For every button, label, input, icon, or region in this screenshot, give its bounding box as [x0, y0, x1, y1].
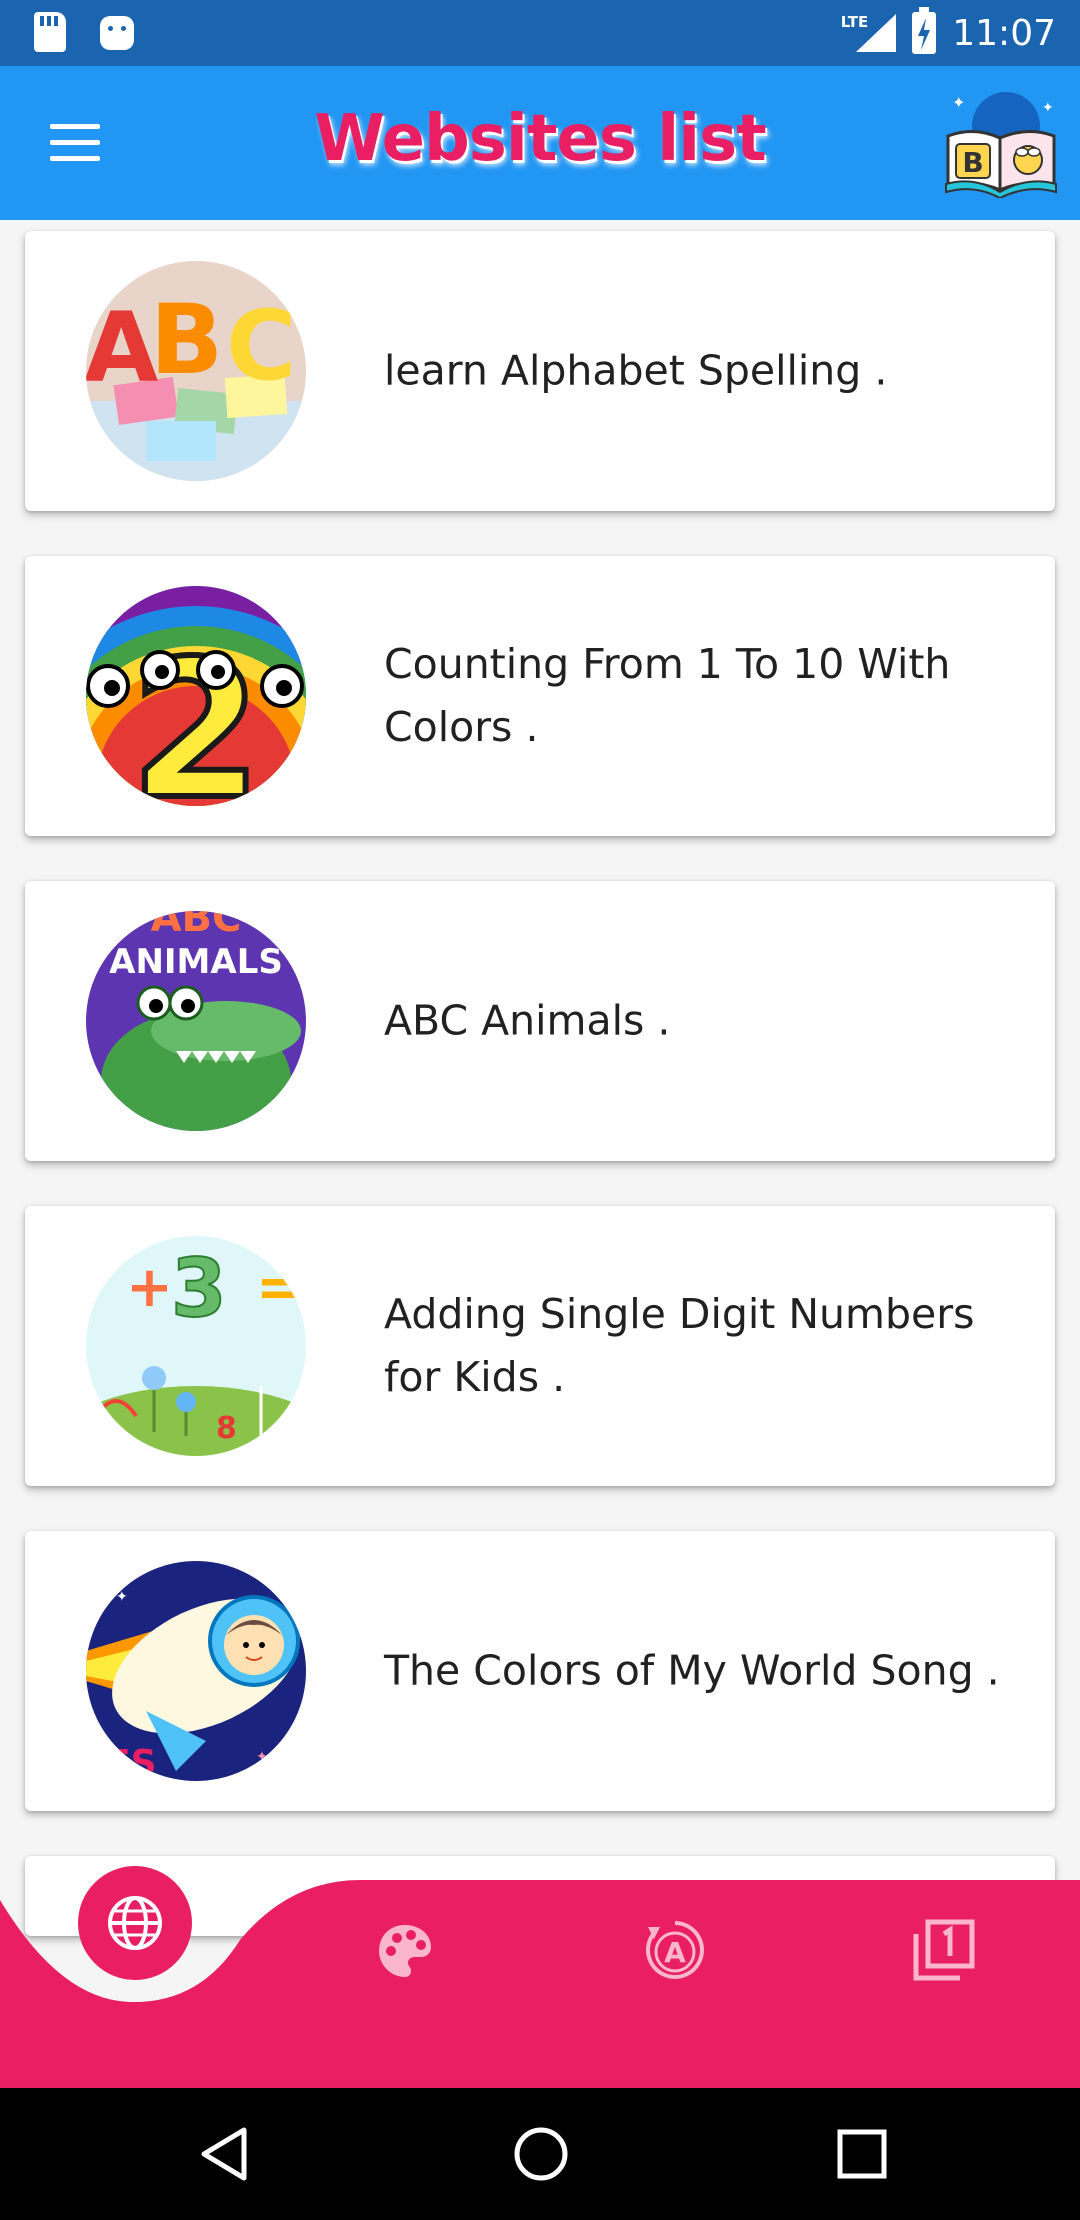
svg-text:B: B [962, 146, 983, 179]
bottom-nav-numbers[interactable] [912, 1918, 976, 1986]
item-title: Adding Single Digit Numbers for Kids . [384, 1290, 975, 1401]
list-item[interactable]: ✦ ✦ ES The Colors of My World Song . [25, 1531, 1055, 1811]
system-navigation-bar [0, 2088, 1080, 2220]
item-title: learn Alphabet Spelling . [384, 346, 888, 395]
counting-thumbnail: 2 [86, 586, 306, 806]
item-title: The Colors of My World Song . [384, 1646, 1000, 1695]
alphabet-thumbnail: A B C [86, 261, 306, 481]
list-item[interactable]: ABC ANIMALS ABC Animals . [25, 881, 1055, 1161]
list-item[interactable]: A B C learn Alphabet Spelling . [25, 231, 1055, 511]
app-bar: Websites list ✦ ✦ B [0, 66, 1080, 220]
svg-text:✦: ✦ [256, 1749, 268, 1765]
android-icon [100, 16, 134, 50]
svg-text:A: A [664, 1936, 686, 1969]
book-logo-icon: ✦ ✦ B [945, 92, 1057, 198]
svg-text:B: B [150, 284, 223, 396]
abc-animals-thumbnail: ABC ANIMALS [86, 911, 306, 1131]
svg-text:A: A [86, 292, 158, 404]
svg-text:✦: ✦ [116, 1589, 128, 1605]
letter-a-icon: A [646, 1921, 704, 1979]
bottom-nav-websites[interactable] [78, 1866, 192, 1980]
svg-text:C: C [226, 290, 296, 402]
status-bar: LTE 11:07 [0, 0, 1080, 66]
bottom-nav-colors[interactable] [375, 1921, 435, 1985]
page-title: Websites list [314, 102, 767, 176]
home-icon[interactable] [512, 2124, 570, 2184]
number-one-icon [913, 1919, 975, 1981]
colors-world-thumbnail: ✦ ✦ ES [86, 1561, 306, 1781]
clock: 11:07 [952, 12, 1056, 54]
sd-card-icon [34, 12, 66, 52]
signal-icon [856, 14, 897, 52]
recents-icon[interactable] [836, 2124, 888, 2184]
svg-text:2: 2 [130, 620, 262, 806]
svg-text:3: 3 [171, 1242, 227, 1335]
svg-text:ANIMALS: ANIMALS [109, 942, 283, 982]
bottom-nav-letters[interactable]: A [644, 1919, 706, 1985]
list-item[interactable]: + 3 = 8 Adding Single Digit Numbers for … [25, 1206, 1055, 1486]
globe-icon [108, 1896, 162, 1950]
battery-icon [912, 7, 937, 54]
svg-text:=: = [256, 1255, 303, 1320]
item-title: Counting From 1 To 10 With Colors . [384, 640, 951, 751]
item-title: ABC Animals . [384, 996, 671, 1045]
list-item[interactable]: 2 Counting From 1 To 10 With Colors . [25, 556, 1055, 836]
svg-text:+: + [126, 1255, 173, 1320]
adding-numbers-thumbnail: + 3 = 8 [86, 1236, 306, 1456]
svg-text:✦: ✦ [952, 93, 965, 112]
svg-text:8: 8 [216, 1411, 237, 1446]
svg-text:ABC: ABC [151, 911, 242, 941]
palette-icon [379, 1925, 431, 1977]
back-icon[interactable] [196, 2124, 252, 2184]
svg-text:✦: ✦ [1042, 100, 1054, 116]
svg-text:ES: ES [106, 1743, 157, 1781]
